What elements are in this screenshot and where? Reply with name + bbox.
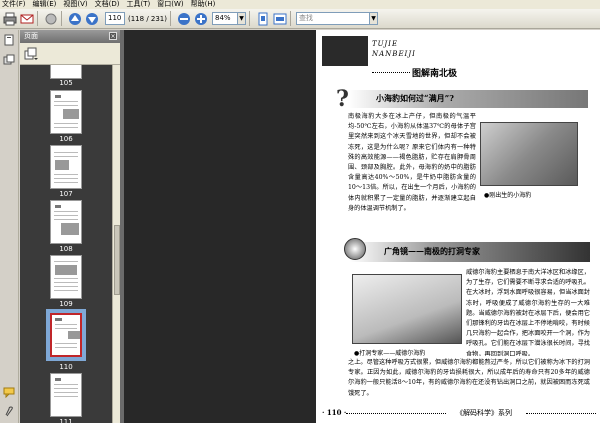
close-panel-icon[interactable]: × [109, 32, 117, 40]
panel-title: 页面 [24, 32, 38, 40]
section-2-icon [344, 238, 366, 260]
next-page-icon[interactable] [85, 12, 99, 26]
question-mark-icon: ? [336, 86, 349, 112]
search-dropdown-icon[interactable]: ▼ [370, 12, 378, 25]
thumbnail-scrollbar[interactable] [112, 65, 120, 423]
menu-view[interactable]: 视图(V) [63, 0, 87, 9]
thumbnail-label: 108 [59, 245, 73, 253]
thumbnail-label: 111 [59, 418, 73, 423]
header-english-line-2: NANBEIJI [372, 50, 416, 58]
hand-tool-icon[interactable] [44, 12, 58, 26]
toolbar-separator [170, 11, 171, 26]
fit-page-icon[interactable] [256, 12, 270, 26]
header-english-line-1: TUJIE [372, 40, 399, 48]
footer-rule [346, 413, 446, 414]
section-1-paragraph: 南极海豹大多在冰上产仔，但南极的气温平均-50℃左右，小海豹从体温37℃的母体子… [348, 113, 476, 212]
page-thumbnail[interactable] [50, 200, 82, 244]
page-number: · 110 · [322, 408, 347, 417]
email-icon[interactable] [20, 12, 34, 26]
section-2-paragraph-continued: 之上。尽管这种呼吸方式很累，但威德尔海豹都能熬过严冬，所以它们被称为冰下的打洞专… [348, 359, 590, 397]
page-thumbnail[interactable] [50, 373, 82, 417]
thumbnail-label: 109 [59, 300, 73, 308]
page-thumbnails: 105 106 107 108 109 110 111 [20, 65, 120, 423]
toolbar-separator [249, 11, 250, 26]
photo-1-caption: ●刚出生的小海豹 [484, 192, 532, 199]
navigation-strip [0, 30, 19, 423]
weddell-seal-photo [352, 274, 462, 344]
page-thumbnail[interactable] [50, 145, 82, 189]
menu-window[interactable]: 窗口(W) [157, 0, 183, 9]
search-input[interactable]: 查找 [296, 12, 370, 25]
footer-rule [526, 413, 596, 414]
toolbar-separator [290, 11, 291, 26]
toolbar: 110 (118 / 231) 84% ▼ 查找 ▼ [0, 9, 600, 29]
page-thumbnail[interactable] [50, 65, 82, 79]
panel-header: 页面 × [20, 30, 120, 43]
header-image [322, 36, 368, 66]
page-footer: · 110 · 《解码科学》系列 [316, 406, 600, 420]
toolbar-separator [37, 11, 38, 26]
section-2-title: 广角镜——南极的打洞专家 [384, 246, 480, 256]
options-icon[interactable] [24, 47, 38, 61]
page-thumbnail[interactable] [50, 90, 82, 134]
fit-width-icon[interactable] [273, 12, 287, 26]
thumbnail-label: 107 [59, 190, 73, 198]
header-rule [372, 72, 410, 73]
zoom-out-icon[interactable] [177, 12, 191, 26]
menu-help[interactable]: 帮助(H) [191, 0, 216, 9]
pages-panel-icon[interactable] [3, 34, 15, 46]
zoom-in-icon[interactable] [194, 12, 208, 26]
photo-2-caption: ●打洞专家——威德尔海豹 [354, 350, 426, 357]
section-2-paragraph: 威德尔海豹主要栖息于南大洋冰区和冰缘区，为了生存，它们需要不断寻求合适的呼吸孔。… [466, 269, 590, 356]
menu-file[interactable]: 文件(F) [2, 0, 26, 9]
page-number-input[interactable]: 110 [105, 12, 125, 25]
toolbar-separator [61, 11, 62, 26]
section-1-heading-band: 小海豹如何过“满月”? [348, 90, 588, 108]
document-page: TUJIE NANBEIJI 图解南北极 小海豹如何过“满月”? ? 南极海豹大… [316, 30, 600, 423]
panel-toolbar [20, 43, 120, 65]
previous-page-icon[interactable] [68, 12, 82, 26]
zoom-dropdown-icon[interactable]: ▼ [238, 12, 246, 25]
menu-tools[interactable]: 工具(T) [127, 0, 151, 9]
layers-icon[interactable] [3, 54, 15, 66]
series-name: 《解码科学》系列 [456, 409, 512, 417]
print-icon[interactable] [3, 12, 17, 26]
page-header-title: 图解南北极 [412, 69, 458, 79]
menu-document[interactable]: 文档(D) [95, 0, 120, 9]
menu-bar: 文件(F) 编辑(E) 视图(V) 文档(D) 工具(T) 窗口(W) 帮助(H… [0, 0, 600, 9]
thumbnail-label: 106 [59, 135, 73, 143]
section-2-heading-band: 广角镜——南极的打洞专家 [350, 242, 590, 262]
seal-pup-photo [480, 122, 578, 186]
comments-icon[interactable] [3, 386, 15, 399]
zoom-input[interactable]: 84% [212, 12, 238, 25]
section-1-title: 小海豹如何过“满月”? [376, 93, 454, 103]
thumbnail-label: 110 [59, 363, 73, 371]
attachments-icon[interactable] [3, 406, 15, 418]
page-thumbnail-selected[interactable] [46, 309, 86, 361]
thumbnail-label: 105 [59, 79, 73, 87]
page-count-label: (118 / 231) [128, 14, 167, 23]
menu-edit[interactable]: 编辑(E) [33, 0, 57, 9]
page-thumbnail[interactable] [50, 255, 82, 299]
